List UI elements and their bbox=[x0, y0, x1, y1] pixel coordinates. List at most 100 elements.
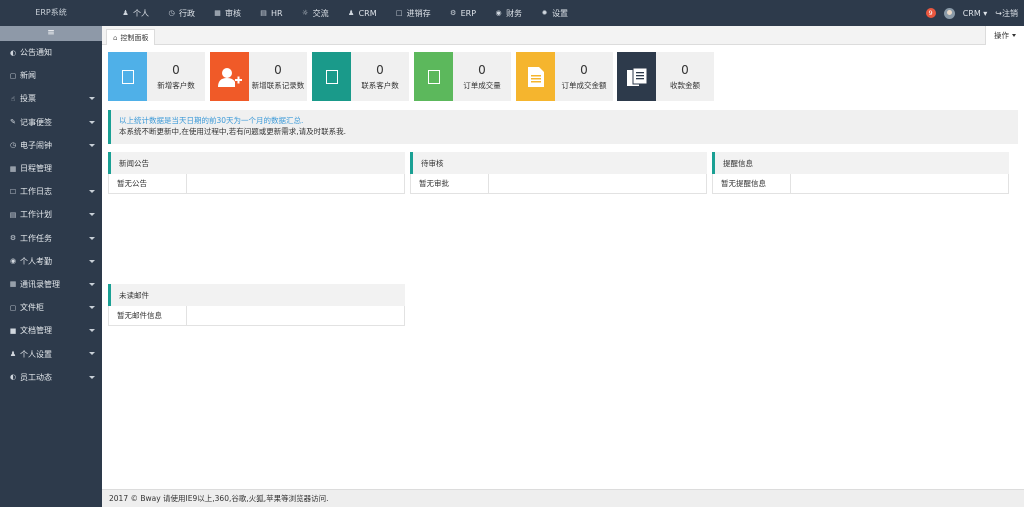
files-icon bbox=[626, 67, 647, 86]
stat-card-new-contact-records[interactable]: 0 新增联系记录数 bbox=[210, 52, 307, 101]
sidebar-item-notes[interactable]: ✎ 记事便签 bbox=[0, 111, 102, 134]
top-navbar: ERP系统 ♟ 个人 ◷ 行政 ▦ 审核 ▤ HR ☼ 交流 ♟ CRM □ 进销存 ⚙ ERP… bbox=[0, 0, 1024, 26]
stat-card-icon-box bbox=[414, 52, 453, 101]
hr-icon: ▤ bbox=[260, 9, 267, 17]
gear-icon: ✹ bbox=[541, 9, 548, 17]
add-user-icon bbox=[217, 67, 242, 87]
home-icon: ⌂ bbox=[113, 33, 118, 42]
top-nav-item-personal[interactable]: ♟ 个人 bbox=[112, 0, 158, 26]
panel-empty-text: 暂无邮件信息 bbox=[109, 306, 187, 325]
chevron-down-icon bbox=[89, 143, 95, 147]
panel-title: 待审核 bbox=[410, 152, 707, 174]
finance-icon: ◉ bbox=[495, 9, 502, 17]
logout-link[interactable]: ↪注销 bbox=[995, 8, 1018, 19]
top-nav-item-inventory[interactable]: □ 进销存 bbox=[386, 0, 440, 26]
schedule-icon: ▦ bbox=[9, 164, 17, 173]
sidebar-item-work-log[interactable]: ☐ 工作日志 bbox=[0, 180, 102, 203]
avatar[interactable] bbox=[943, 7, 955, 19]
top-nav-item-erp[interactable]: ⚙ ERP bbox=[440, 0, 485, 26]
sidebar-item-news[interactable]: ▢ 新闻 bbox=[0, 64, 102, 87]
panel-title: 提醒信息 bbox=[712, 152, 1009, 174]
stat-label: 新增联系记录数 bbox=[251, 80, 305, 90]
sidebar-item-contacts[interactable]: ▦ 通讯录管理 bbox=[0, 273, 102, 296]
sidebar: ≡ ◐ 公告通知 ▢ 新闻 ☝ 投票 ✎ 记事便签 ◷ 电子闹钟 ▦ 日程管理 ☐ 工作日志 … bbox=[0, 26, 102, 507]
user-icon: ♟ bbox=[122, 9, 129, 17]
stat-label: 订单成交量 bbox=[463, 80, 501, 90]
clock-icon: ◷ bbox=[168, 9, 175, 17]
chevron-down-icon bbox=[89, 329, 95, 333]
top-nav-item-review[interactable]: ▦ 审核 bbox=[204, 0, 250, 26]
sidebar-item-alarm[interactable]: ◷ 电子闹钟 bbox=[0, 134, 102, 157]
top-right-tools: 9 CRM ▾ ↪注销 bbox=[925, 0, 1018, 26]
folder-icon: □ bbox=[395, 9, 403, 17]
sidebar-item-user-settings[interactable]: ♟ 个人设置 bbox=[0, 342, 102, 365]
user-settings-icon: ♟ bbox=[9, 350, 17, 359]
panel-empty-text: 暂无公告 bbox=[109, 174, 187, 193]
stat-card-icon-box bbox=[516, 52, 555, 101]
customer-icon bbox=[121, 69, 134, 84]
cabinet-icon: ▢ bbox=[9, 303, 17, 312]
footer: 2017 © Bway 请使用IE9以上,360,谷歌,火狐,苹果等浏览器访问. bbox=[102, 489, 1024, 507]
stat-value: 0 bbox=[478, 62, 486, 77]
top-nav-item-admin[interactable]: ◷ 行政 bbox=[158, 0, 204, 26]
panel-empty-text: 暂无提醒信息 bbox=[713, 174, 791, 193]
logout-icon: ↪ bbox=[995, 8, 1002, 18]
chevron-down-icon bbox=[89, 306, 95, 310]
panel-unread-mail: 未读邮件 暂无邮件信息 bbox=[108, 284, 405, 327]
operations-dropdown[interactable]: 操作 bbox=[985, 26, 1024, 45]
stat-card-order-amount[interactable]: 0 订单成交金额 bbox=[516, 52, 613, 101]
document-icon bbox=[527, 66, 544, 87]
users-icon: ♟ bbox=[347, 9, 355, 17]
sidebar-item-work-task[interactable]: ⚙ 工作任务 bbox=[0, 227, 102, 250]
panel-title: 新闻公告 bbox=[108, 152, 405, 174]
chevron-down-icon: ▾ bbox=[983, 8, 988, 18]
sidebar-item-announcements[interactable]: ◐ 公告通知 bbox=[0, 41, 102, 64]
log-icon: ☐ bbox=[9, 187, 17, 196]
stat-card-contacted-customers[interactable]: 0 联系客户数 bbox=[312, 52, 409, 101]
panel-empty-text: 暂无审批 bbox=[411, 174, 489, 193]
panel-news: 新闻公告 暂无公告 bbox=[108, 152, 405, 195]
top-nav-item-settings[interactable]: ✹ 设置 bbox=[531, 0, 577, 26]
chevron-down-icon bbox=[89, 375, 95, 379]
chat-icon: ☼ bbox=[301, 9, 309, 17]
chevron-down-icon bbox=[89, 352, 95, 356]
top-nav-item-crm[interactable]: ♟ CRM bbox=[338, 0, 386, 26]
notice-icon: ◐ bbox=[9, 48, 17, 57]
sidebar-item-staff-updates[interactable]: ◐ 员工动态 bbox=[0, 366, 102, 389]
top-nav-item-chat[interactable]: ☼ 交流 bbox=[292, 0, 338, 26]
panel-reminders: 提醒信息 暂无提醒信息 bbox=[712, 152, 1009, 195]
tab-dashboard[interactable]: ⌂ 控制面板 bbox=[106, 29, 156, 45]
erp-icon: ⚙ bbox=[449, 9, 457, 17]
chevron-down-icon bbox=[89, 213, 95, 217]
top-nav-item-hr[interactable]: ▤ HR bbox=[250, 0, 292, 26]
panel-title: 未读邮件 bbox=[108, 284, 405, 306]
stat-card-icon-box bbox=[108, 52, 147, 101]
top-nav-item-finance[interactable]: ◉ 财务 bbox=[485, 0, 531, 26]
crm-dropdown[interactable]: CRM ▾ bbox=[963, 9, 988, 18]
sidebar-item-work-plan[interactable]: ▤ 工作计划 bbox=[0, 203, 102, 226]
docs-icon: ■ bbox=[9, 326, 17, 335]
stat-value: 0 bbox=[580, 62, 588, 77]
stats-notice: 以上统计数据是当天日期的前30天为一个月的数据汇总. 本系统不断更新中,在使用过… bbox=[108, 110, 1018, 144]
plan-icon: ▤ bbox=[9, 210, 17, 219]
sidebar-item-attendance[interactable]: ◉ 个人考勤 bbox=[0, 250, 102, 273]
sidebar-item-schedule[interactable]: ▦ 日程管理 bbox=[0, 157, 102, 180]
chevron-down-icon bbox=[1012, 34, 1016, 37]
stat-card-new-customers[interactable]: 0 新增客户数 bbox=[108, 52, 205, 101]
calendar-icon: ▦ bbox=[214, 9, 221, 17]
chevron-down-icon bbox=[89, 282, 95, 286]
sidebar-item-cabinet[interactable]: ▢ 文件柜 bbox=[0, 296, 102, 319]
stat-card-payment-amount[interactable]: 0 收款金额 bbox=[617, 52, 714, 101]
notification-badge[interactable]: 9 bbox=[925, 8, 936, 18]
stat-label: 收款金额 bbox=[670, 80, 700, 90]
sidebar-item-documents[interactable]: ■ 文档管理 bbox=[0, 319, 102, 342]
stat-label: 联系客户数 bbox=[361, 80, 399, 90]
stat-card-order-volume[interactable]: 0 订单成交量 bbox=[414, 52, 511, 101]
sidebar-item-vote[interactable]: ☝ 投票 bbox=[0, 87, 102, 110]
brand-title[interactable]: ERP系统 bbox=[0, 0, 102, 26]
sidebar-toggle[interactable]: ≡ bbox=[0, 26, 102, 41]
staff-icon: ◐ bbox=[9, 373, 17, 382]
top-nav: ♟ 个人 ◷ 行政 ▦ 审核 ▤ HR ☼ 交流 ♟ CRM □ 进销存 ⚙ ERP ◉ 财务 ✹… bbox=[112, 0, 577, 26]
tab-bar: ⌂ 控制面板 操作 bbox=[102, 26, 1024, 45]
alarm-icon: ◷ bbox=[9, 141, 17, 150]
